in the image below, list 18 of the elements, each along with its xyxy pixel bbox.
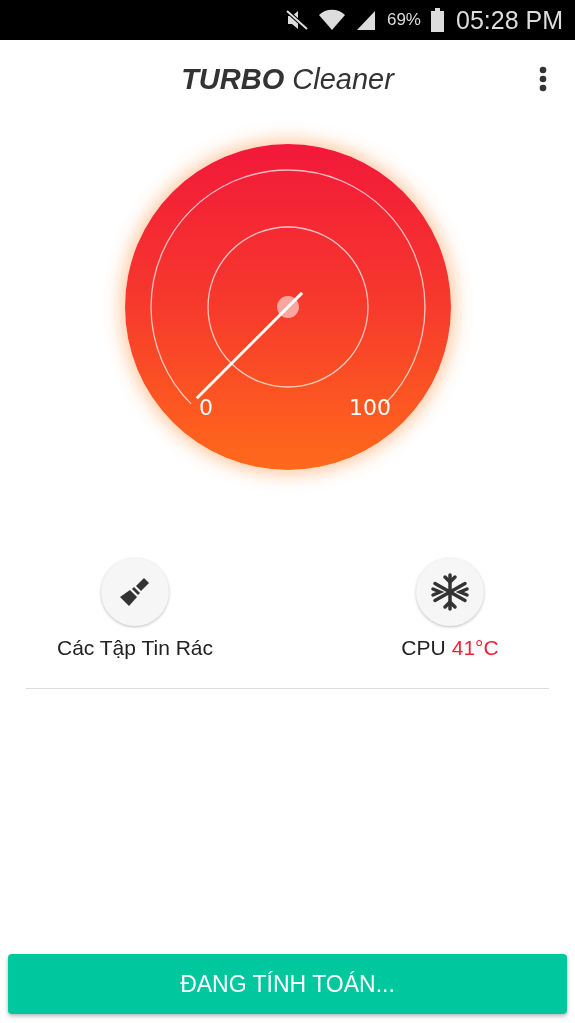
min-label: 0 [198, 395, 213, 420]
snowflake-icon [430, 572, 470, 612]
needle-hub [276, 296, 299, 318]
battery-icon [431, 8, 444, 32]
calculating-button[interactable]: ĐANG TÍNH TOÁN... [8, 954, 567, 1014]
feature-button[interactable] [416, 558, 484, 626]
feature-label: Các Tập Tin Rác [57, 636, 213, 660]
feature-label: CPU [401, 636, 446, 660]
signal-icon [354, 9, 377, 31]
app-title: TURBO Cleaner [181, 62, 394, 96]
battery-percent: 69% [386, 10, 421, 30]
overflow-menu-icon[interactable] [539, 66, 547, 92]
feature-button[interactable] [101, 558, 169, 626]
wifi-icon [318, 9, 345, 31]
temperature-value: 41°C [451, 636, 499, 660]
max-label: 100 [348, 395, 391, 420]
clock: 05:28 PM [456, 5, 563, 35]
mute-icon [284, 9, 309, 31]
